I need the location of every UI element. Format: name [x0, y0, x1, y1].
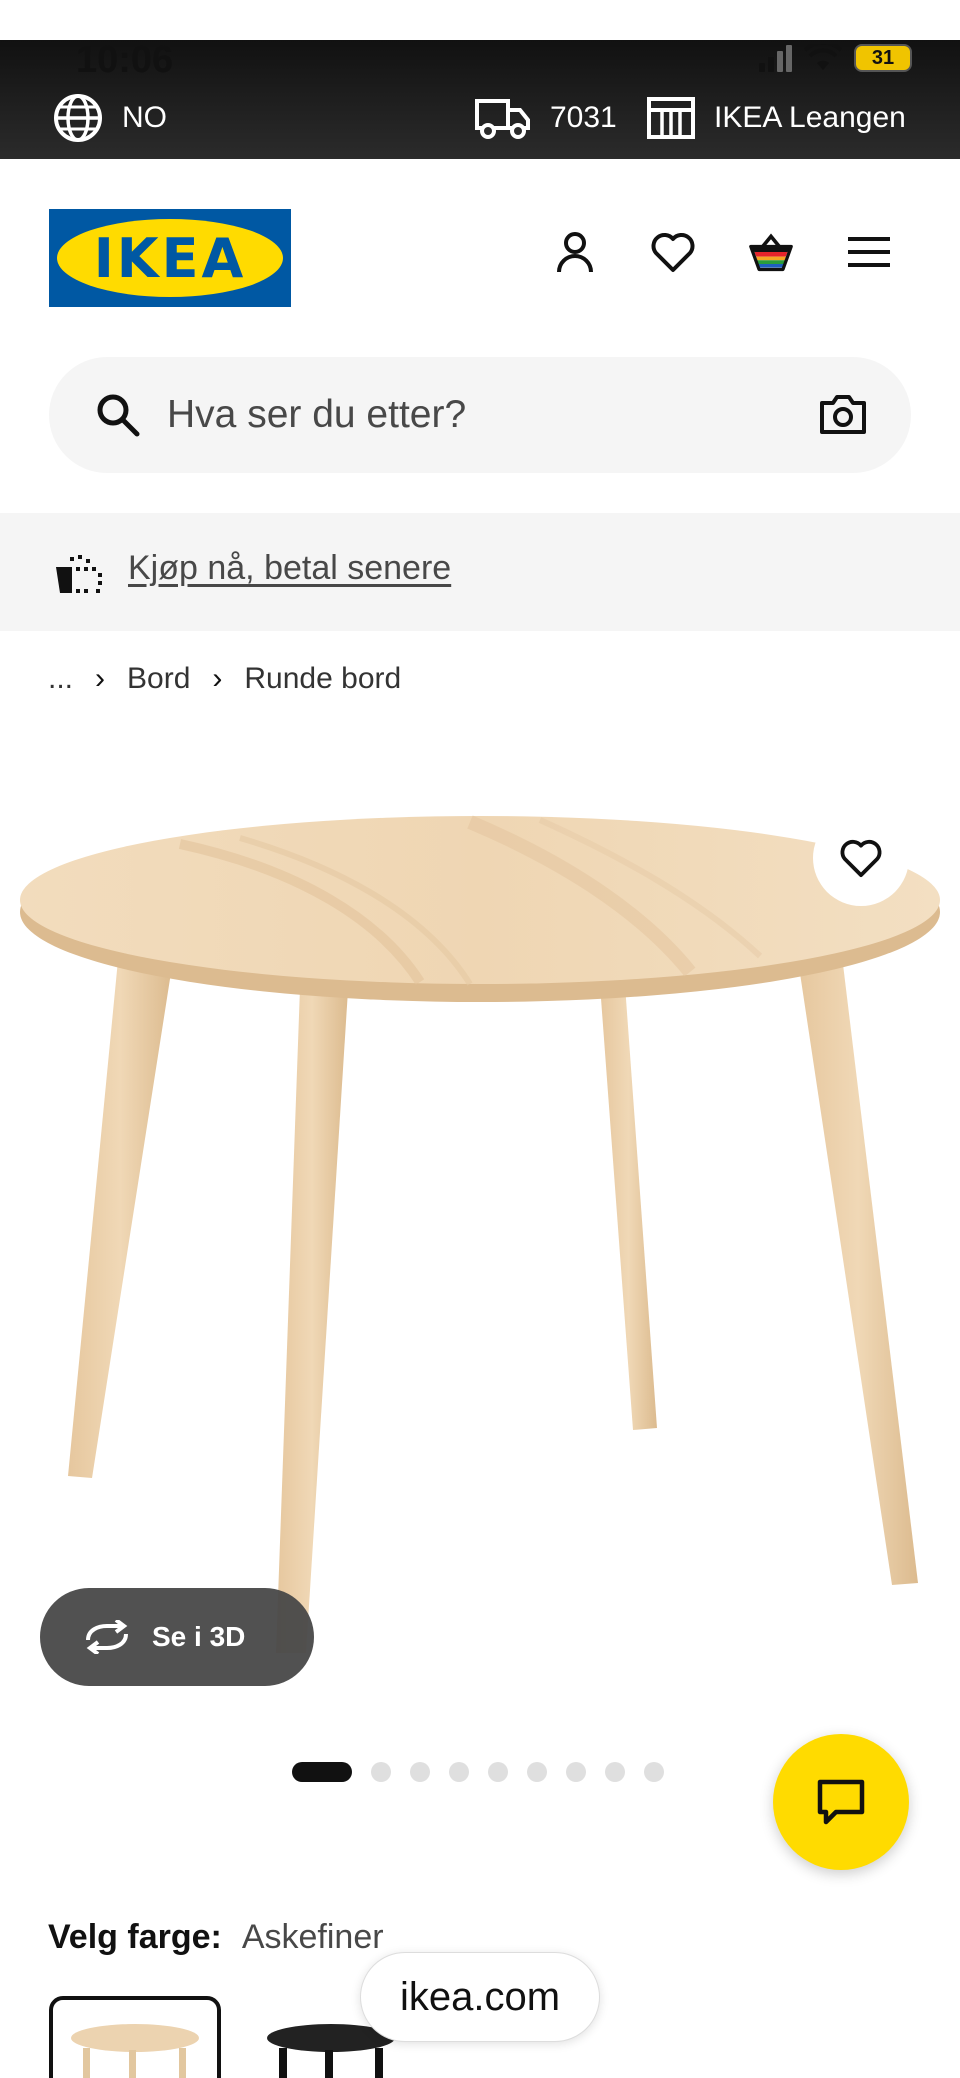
user-icon[interactable]: [552, 229, 598, 275]
wifi-icon: [804, 44, 842, 70]
delivery-truck-icon: [475, 99, 530, 139]
heart-icon[interactable]: [650, 229, 696, 275]
top-strip: [0, 0, 960, 40]
heart-icon: [840, 839, 882, 878]
country-code: NO: [122, 101, 167, 134]
camera-icon[interactable]: [819, 393, 867, 435]
store-icon: [647, 97, 695, 139]
chat-bubble-icon: [817, 1779, 865, 1825]
color-selector: Velg farge: Askefiner: [48, 1918, 384, 1957]
breadcrumb: ... › Bord › Runde bord: [48, 662, 401, 696]
chevron-right-icon: ›: [95, 662, 106, 695]
product-image[interactable]: [0, 760, 960, 1720]
search-icon: [97, 394, 140, 437]
basket-icon[interactable]: [748, 229, 794, 275]
color-option-ash-veneer[interactable]: [49, 1996, 221, 2078]
chevron-right-icon: ›: [212, 662, 223, 695]
postal-code-selector[interactable]: 7031: [474, 96, 617, 140]
store-name: IKEA Leangen: [714, 101, 906, 134]
breadcrumb-ellipsis[interactable]: ...: [48, 662, 73, 696]
logo-text: IKEA: [93, 226, 247, 290]
menu-icon[interactable]: [846, 229, 892, 275]
carousel-dot[interactable]: [449, 1762, 469, 1782]
globe-icon: [54, 94, 102, 142]
carousel-dot[interactable]: [371, 1762, 391, 1782]
carousel-dot[interactable]: [566, 1762, 586, 1782]
carousel-dot[interactable]: [292, 1762, 352, 1782]
breadcrumb-item-bord[interactable]: Bord: [127, 662, 190, 696]
status-icons: 31: [759, 44, 912, 72]
country-selector[interactable]: NO: [52, 92, 167, 144]
location-bar: 10:06 31 NO 7031 IKEA Leangen: [0, 40, 960, 159]
search-input[interactable]: Hva ser du etter?: [49, 357, 911, 473]
store-selector[interactable]: IKEA Leangen: [646, 96, 906, 140]
battery-icon: 31: [854, 44, 912, 72]
chat-button[interactable]: [773, 1734, 909, 1870]
view-in-3d-button[interactable]: Se i 3D: [40, 1588, 314, 1686]
carousel-dot[interactable]: [488, 1762, 508, 1782]
carousel-dot[interactable]: [605, 1762, 625, 1782]
payment-basket-icon: [56, 555, 102, 593]
ikea-logo[interactable]: IKEA: [49, 209, 291, 307]
buy-now-pay-later-link[interactable]: Kjøp nå, betal senere: [128, 549, 451, 588]
site-header: IKEA: [0, 159, 960, 339]
carousel-dot[interactable]: [527, 1762, 547, 1782]
cellular-signal-icon: [759, 44, 792, 72]
image-carousel-indicator: [292, 1762, 664, 1782]
add-to-favourites-button[interactable]: [813, 810, 909, 906]
color-value: Askefiner: [241, 1918, 384, 1956]
browser-url-bar[interactable]: ikea.com: [360, 1952, 600, 2042]
status-time: 10:06: [76, 39, 174, 81]
view-in-3d-label: Se i 3D: [152, 1621, 246, 1652]
promo-banner: Kjøp nå, betal senere: [0, 513, 960, 631]
carousel-dot[interactable]: [410, 1762, 430, 1782]
rotate-3d-icon: [86, 1620, 128, 1654]
color-label: Velg farge:: [48, 1918, 222, 1956]
breadcrumb-item-runde-bord[interactable]: Runde bord: [244, 662, 401, 696]
postal-code: 7031: [550, 101, 617, 134]
search-placeholder: Hva ser du etter?: [167, 393, 467, 436]
carousel-dot[interactable]: [644, 1762, 664, 1782]
